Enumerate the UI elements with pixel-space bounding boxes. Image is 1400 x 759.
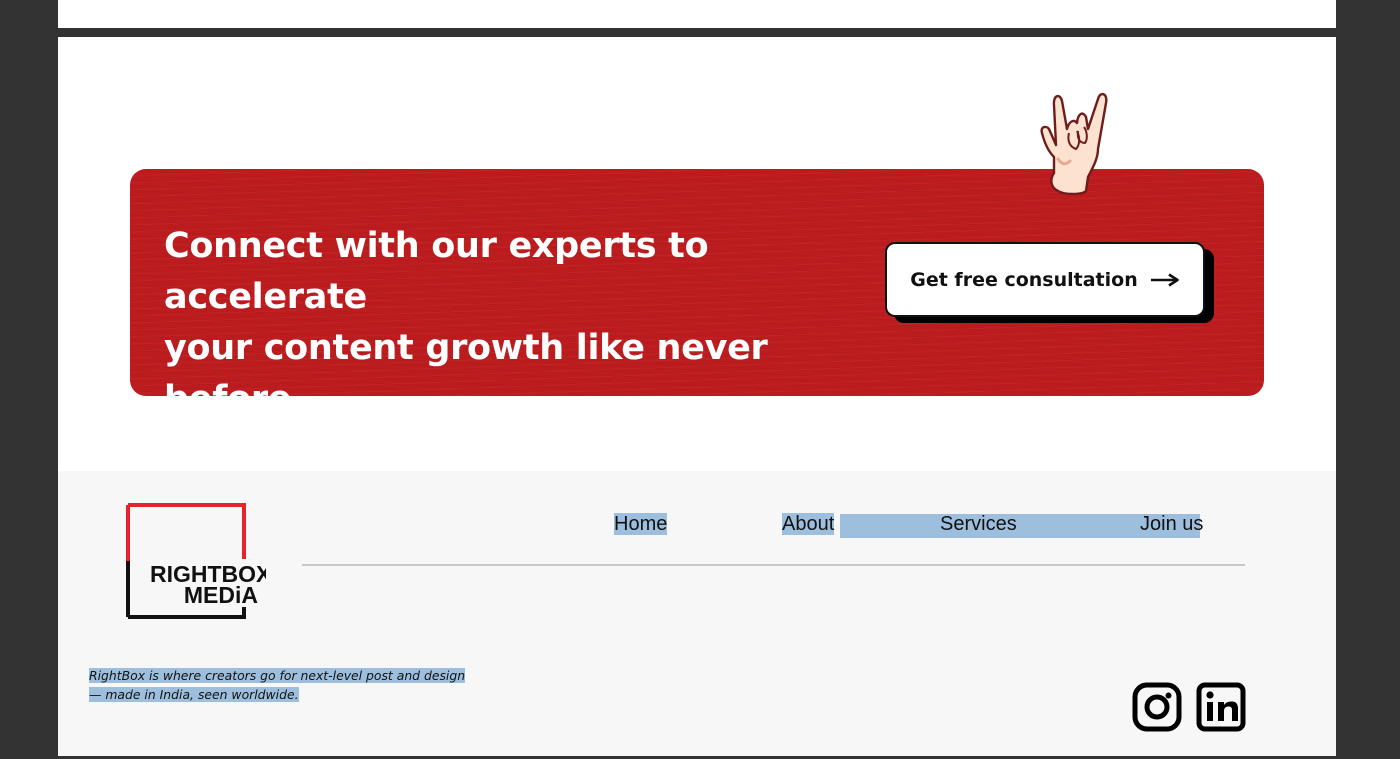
nav-link-join-us-label: Join us [1140, 513, 1204, 535]
instagram-icon[interactable] [1132, 682, 1182, 732]
nav-link-services[interactable]: Services [940, 512, 1017, 536]
cta-heading-line1: Connect with our experts to accelerate [164, 226, 709, 317]
cta-banner: Connect with our experts to accelerate y… [130, 169, 1264, 419]
nav-link-about-label: About [782, 513, 835, 535]
nav-divider [302, 564, 1245, 566]
footer-tagline: RightBox is where creators go for next-l… [89, 666, 509, 704]
arrow-right-icon [1150, 272, 1180, 287]
linkedin-icon[interactable] [1196, 682, 1246, 732]
tagline-line1: RightBox is where creators go for next-l… [89, 668, 466, 683]
rock-hand-icon [1040, 92, 1108, 196]
get-free-consultation-button[interactable]: Get free consultation [885, 242, 1205, 317]
cta-heading: Connect with our experts to accelerate y… [164, 221, 884, 425]
nav-link-about[interactable]: About [782, 512, 835, 536]
logo-text-line2: MEDiA [184, 582, 258, 608]
cta-button-label: Get free consultation [910, 268, 1138, 291]
footer: RIGHTBOX MEDiA Home About Services Join … [58, 471, 1336, 756]
nav-link-services-label: Services [940, 513, 1017, 535]
page: Connect with our experts to accelerate y… [58, 37, 1336, 756]
cta-heading-line2: your content growth like never before [164, 328, 768, 419]
nav-link-home-label: Home [614, 513, 668, 535]
rightbox-media-logo: RIGHTBOX MEDiA [126, 503, 266, 619]
previous-section-strip [58, 0, 1336, 28]
nav-link-join-us[interactable]: Join us [1140, 512, 1203, 536]
nav-link-home[interactable]: Home [614, 512, 668, 536]
tagline-line2: — made in India, seen worldwide. [89, 687, 299, 702]
